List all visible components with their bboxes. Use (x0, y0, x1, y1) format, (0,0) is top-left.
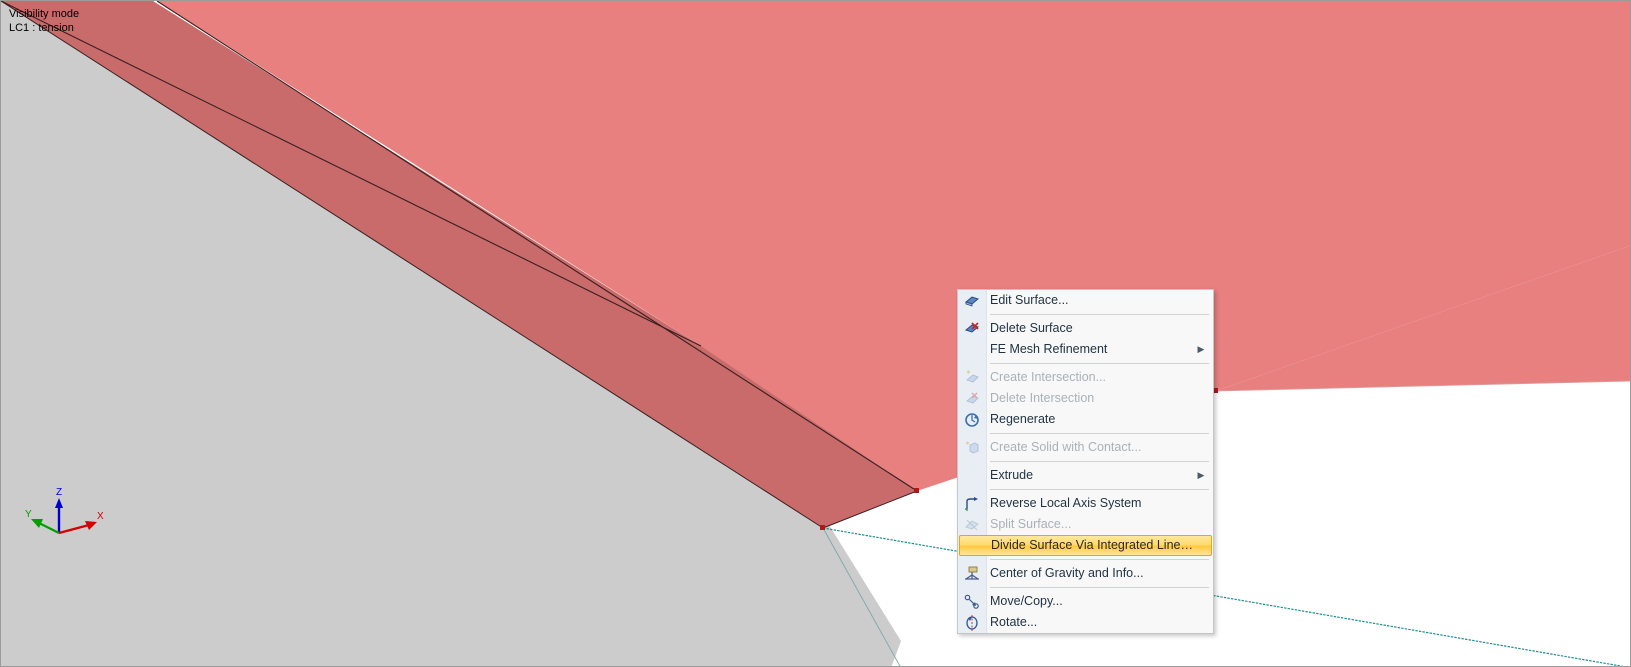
menu-item-create-intersection: Create Intersection... (958, 367, 1213, 388)
axis-z-arrowhead (55, 498, 63, 508)
menu-icon-placeholder (960, 535, 987, 556)
menu-item-label: Regenerate (990, 412, 1056, 426)
axis-y-label: Y (25, 509, 32, 520)
delete-surface-icon (958, 318, 986, 339)
menu-item-label: Delete Intersection (990, 391, 1095, 405)
menu-item-label: Move/Copy... (990, 594, 1063, 608)
surface-context-menu[interactable]: Edit Surface... Delete Surface FE Mesh Ref… (957, 289, 1214, 634)
rotate-icon (958, 612, 986, 633)
menu-item-delete-surface[interactable]: Delete Surface (958, 318, 1213, 339)
menu-item-label: Delete Surface (990, 321, 1073, 335)
load-case-label: LC1 : tension (9, 22, 74, 34)
axis-x-line (58, 523, 90, 535)
menu-item-label: Edit Surface... (990, 293, 1069, 307)
split-surface-icon (958, 514, 986, 535)
axis-orientation-gizmo[interactable]: Z Y X (19, 483, 115, 545)
menu-item-label: Split Surface... (990, 517, 1072, 531)
menu-item-create-solid-contact: Create Solid with Contact... (958, 437, 1213, 458)
menu-separator (990, 489, 1209, 490)
center-gravity-icon (958, 563, 986, 584)
axis-x-label: X (97, 511, 104, 522)
menu-item-extrude[interactable]: Extrude ▶ (958, 465, 1213, 486)
axis-z-label: Z (56, 487, 62, 498)
menu-item-split-surface: Split Surface... (958, 514, 1213, 535)
menu-item-center-of-gravity[interactable]: Center of Gravity and Info... (958, 563, 1213, 584)
visibility-mode-label: Visibility mode (9, 8, 80, 20)
menu-item-label: Rotate... (990, 615, 1038, 629)
menu-item-move-copy[interactable]: Move/Copy... (958, 591, 1213, 612)
menu-item-label: Create Solid with Contact... (990, 440, 1142, 454)
menu-icon-placeholder (958, 339, 986, 360)
viewport-geometry (1, 1, 1630, 666)
menu-item-divide-surface[interactable]: Divide Surface Via Integrated Lines... (959, 535, 1212, 556)
node-marker[interactable] (914, 488, 919, 493)
submenu-chevron-right-icon: ▶ (1197, 344, 1205, 354)
regenerate-icon (958, 409, 986, 430)
move-copy-icon (958, 591, 986, 612)
menu-item-label: Extrude (990, 468, 1034, 482)
menu-separator (990, 363, 1209, 364)
menu-item-fe-mesh-refinement[interactable]: FE Mesh Refinement ▶ (958, 339, 1213, 360)
menu-item-reverse-local-axis[interactable]: Reverse Local Axis System (958, 493, 1213, 514)
menu-separator (990, 314, 1209, 315)
create-solid-icon (958, 437, 986, 458)
menu-item-label: Divide Surface Via Integrated Lines... (991, 538, 1193, 552)
menu-item-label: Reverse Local Axis System (990, 496, 1142, 510)
menu-item-label: Create Intersection... (990, 370, 1107, 384)
menu-separator (990, 587, 1209, 588)
menu-item-delete-intersection: Delete Intersection (958, 388, 1213, 409)
menu-separator (990, 559, 1209, 560)
menu-separator (990, 433, 1209, 434)
menu-item-edit-surface[interactable]: Edit Surface... (958, 290, 1213, 311)
reverse-axis-icon (958, 493, 986, 514)
delete-intersection-icon (958, 388, 986, 409)
submenu-chevron-right-icon: ▶ (1197, 470, 1205, 480)
menu-item-label: FE Mesh Refinement (990, 342, 1108, 356)
menu-item-rotate[interactable]: Rotate... (958, 612, 1213, 633)
axis-y-line (38, 522, 60, 534)
menu-item-regenerate[interactable]: Regenerate (958, 409, 1213, 430)
node-marker[interactable] (820, 525, 825, 530)
create-intersection-icon (958, 367, 986, 388)
menu-item-label: Center of Gravity and Info... (990, 566, 1144, 580)
menu-icon-placeholder (958, 465, 986, 486)
menu-separator (990, 461, 1209, 462)
edit-surface-icon (958, 290, 986, 311)
model-viewport-3d[interactable]: Visibility mode LC1 : tension Z Y X (1, 1, 1630, 666)
application-window: Visibility mode LC1 : tension Z Y X Edit… (0, 0, 1631, 667)
